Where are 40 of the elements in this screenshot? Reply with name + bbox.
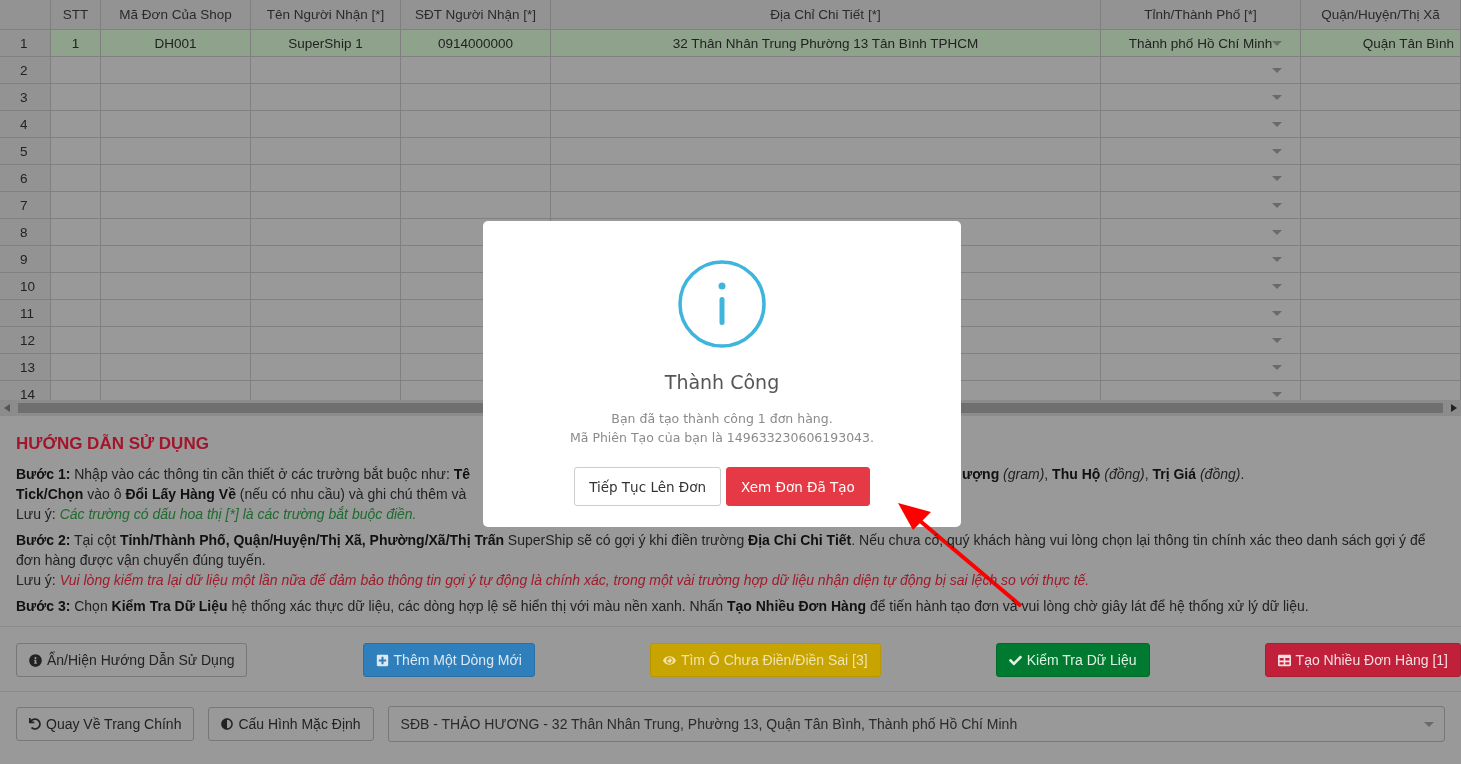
guide-text: Bước 2: Tại cột Tỉnh/Thành Phố, Quận/Huyện/Thị Xã, Phường/Xã/Thị Trấn SuperShip sẽ có gợi ý khi điền trường Địa Chỉ Chi Tiết. Nếu chưa có, quý khách hàng vui lòng chọn lại thông tin chính xác theo danh sách gợi ý để đơn hàng được vận chuyển đúng tuyến. (16, 532, 1426, 568)
guide-title: HƯỚNG DẪN SỬ DỤNG (16, 434, 209, 454)
row-number: 10 (0, 273, 51, 299)
dialog-message: Mã Phiên Tạo của bạn là 149633230606193043. (570, 429, 874, 447)
row-number: 14 (0, 381, 51, 400)
row-number: 2 (0, 57, 51, 83)
column-header: Mã Đơn Của Shop (101, 0, 251, 29)
dialog-message: Bạn đã tạo thành công 1 đơn hàng. (610, 410, 834, 428)
column-header: STT (51, 0, 101, 29)
table-cell: SuperShip 1 (251, 30, 401, 56)
column-header: Địa Chỉ Chi Tiết [*] (551, 0, 1101, 29)
column-header: Tỉnh/Thành Phố [*] (1101, 0, 1301, 29)
table-cell: Thành phố Hồ Chí Minh (1101, 30, 1301, 56)
table-cell: DH001 (101, 30, 251, 56)
column-header: Tên Người Nhận [*] (251, 0, 401, 29)
row-number: 9 (0, 246, 51, 272)
table-cell: Quận Tân Bình (1301, 30, 1461, 56)
row-number: 12 (0, 327, 51, 353)
column-header: Quận/Huyện/Thị Xã (1301, 0, 1461, 29)
guide-text: Bước 3: Chọn Kiểm Tra Dữ Liệu hệ thống xác thực dữ liệu, các dòng hợp lệ sẽ hiển thị với màu nền xanh. Nhấn Tạo Nhiều Đơn Hàng để tiến hành tạo đơn và vui lòng chờ giây lát để hệ thống xử lý dữ liệu. (16, 598, 1309, 614)
row-number: 3 (0, 84, 51, 110)
row-number: 6 (0, 165, 51, 191)
row-number: 13 (0, 354, 51, 380)
table-cell: 32 Thân Nhân Trung Phường 13 Tân Bình TPHCM (551, 30, 1101, 56)
row-number: 4 (0, 111, 51, 137)
dialog-title: Thành Công (664, 371, 780, 393)
note-label: Lưu ý: (16, 572, 56, 588)
row-number: 11 (0, 300, 51, 326)
guide-text: Bước 1: Nhập vào các thông tin cần thiết ở các trường bắt buộc như: Tê (16, 465, 472, 484)
row-number: 8 (0, 219, 51, 245)
note-label: Lưu ý: (16, 506, 56, 522)
guide-text: Tick/Chọn vào ô Đổi Lấy Hàng Về (nếu có nhu cầu) và ghi chú thêm và (16, 486, 467, 502)
row-number: 7 (0, 192, 51, 218)
row-number: 5 (0, 138, 51, 164)
guide-text: ượng (gram), Thu Hộ (đồng), Trị Giá (đồng). (962, 465, 1246, 484)
column-header: SĐT Người Nhận [*] (401, 0, 551, 29)
note-text: Các trường có dấu hoa thị [*] là các trường bắt buộc điền. (59, 506, 417, 522)
row-number: 1 (0, 30, 51, 56)
table-cell: 0914000000 (401, 30, 551, 56)
table-cell: 1 (51, 30, 101, 56)
